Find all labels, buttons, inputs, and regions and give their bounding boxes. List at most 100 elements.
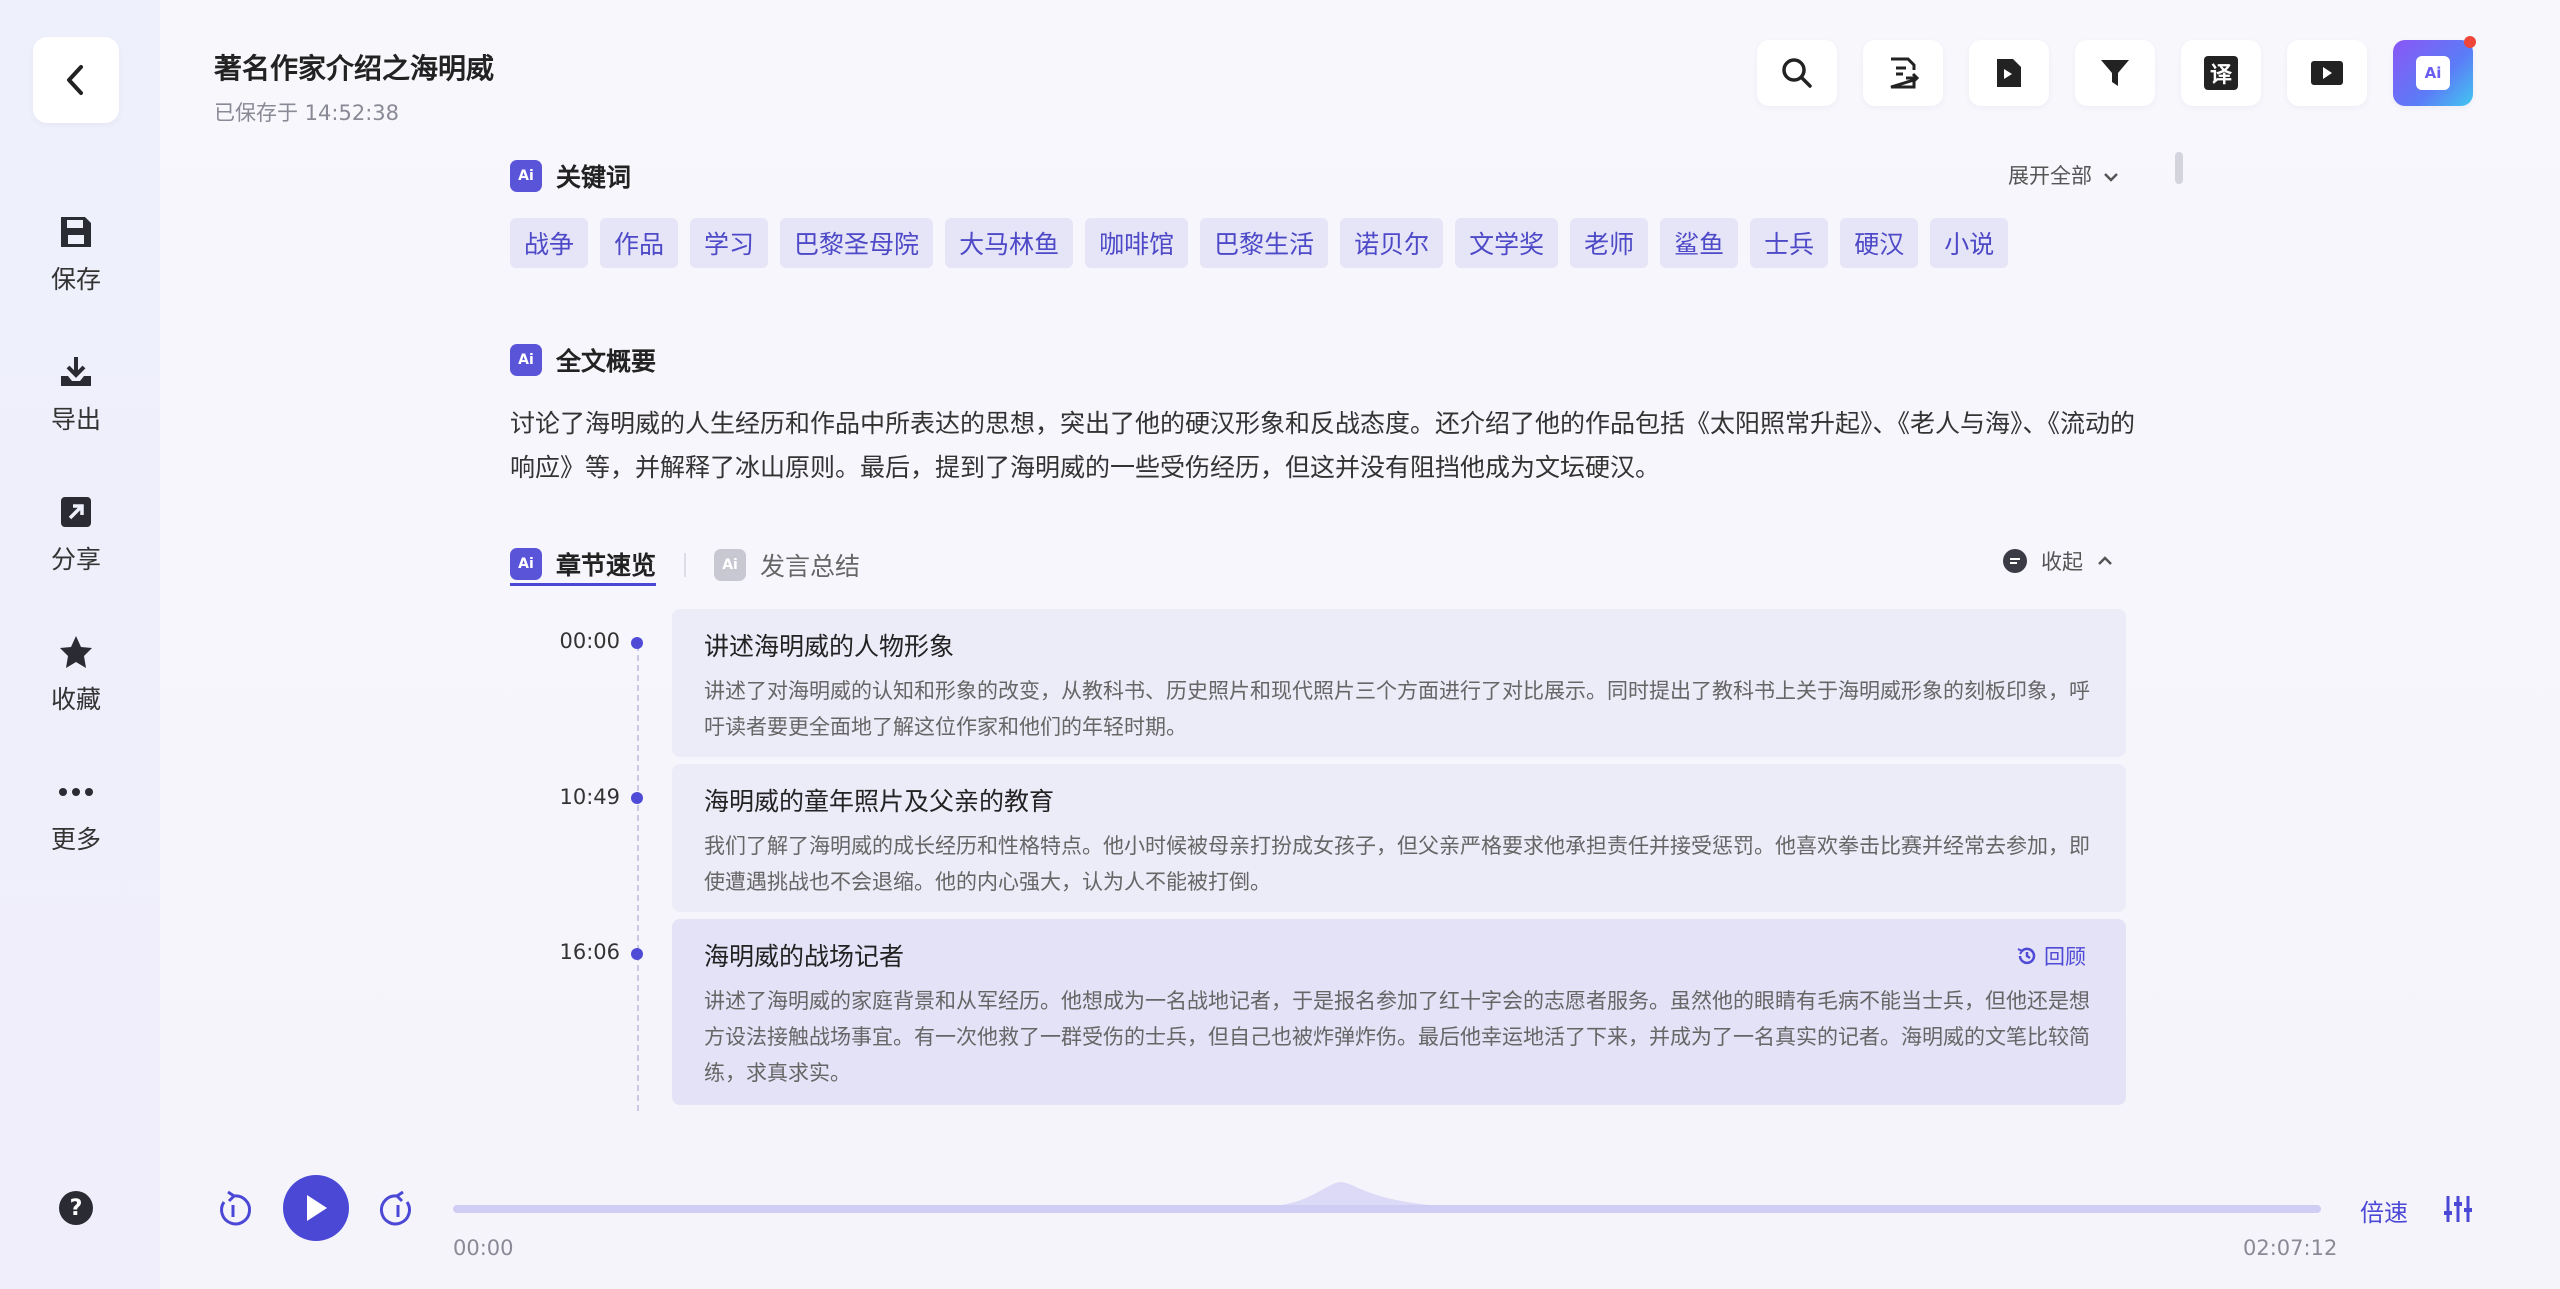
keyword-tag[interactable]: 大马林鱼 [945,218,1074,268]
ai-badge-icon: Ai [510,160,542,192]
keywords-title: 关键词 [556,163,632,192]
filter-icon [2101,60,2129,86]
keyword-tag[interactable]: 文学奖 [1455,218,1559,268]
waveform [1270,1182,1440,1206]
chapter-description: 讲述了海明威的家庭背景和从军经历。他想成为一名战地记者，于是报名参加了红十字会的… [704,989,2090,1085]
expand-all-label: 展开全部 [2008,164,2092,188]
keyword-tag[interactable]: 巴黎圣母院 [780,218,934,268]
ai-badge-icon: Ai [510,344,542,376]
chapter-time[interactable]: 16:06 [540,940,620,964]
translate-button[interactable]: 译 [2181,40,2261,106]
comment-icon[interactable] [2003,549,2027,573]
current-time: 00:00 [453,1236,514,1260]
sidebar-item-share[interactable]: 分享 [0,492,152,576]
speed-button[interactable]: 倍速 [2360,1193,2408,1228]
keyword-tag[interactable]: 巴黎生活 [1200,218,1329,268]
keyword-tag[interactable]: 小说 [1930,218,2009,268]
filter-button[interactable] [2075,40,2155,106]
chevron-left-icon [67,65,83,95]
sidebar-item-more[interactable]: 更多 [0,772,152,856]
collapse-button[interactable]: 收起 [2003,546,2113,576]
search-button[interactable] [1757,40,1837,106]
chapter-card[interactable]: 讲述海明威的人物形象 讲述了对海明威的认知和形象的改变，从教科书、历史照片和现代… [672,609,2126,757]
progress-track[interactable] [453,1205,2321,1213]
search-icon [1782,58,1812,88]
keyword-tag[interactable]: 诺贝尔 [1340,218,1444,268]
page-title: 著名作家介绍之海明威 [214,52,495,85]
keyword-tag[interactable]: 鲨鱼 [1660,218,1739,268]
summary-title: 全文概要 [556,347,657,376]
save-icon [61,217,91,247]
chapter-time[interactable]: 10:49 [540,785,620,809]
sidebar-item-label: 分享 [50,545,101,574]
tab-speaker-summary[interactable]: Ai 发言总结 [714,544,860,586]
chapter-card[interactable]: 海明威的战场记者 回顾 讲述了海明威的家庭背景和从军经历。他想成为一名战地记者，… [672,919,2126,1105]
history-icon [2017,947,2036,965]
forward-icon[interactable] [377,1190,417,1230]
sidebar-item-label: 导出 [50,405,101,434]
chapter-title: 海明威的童年照片及父亲的教育 [704,787,1055,816]
summary-text: 讨论了海明威的人生经历和作品中所表达的思想，突出了他的硬汉形象和反战态度。还介绍… [510,409,2136,482]
audio-player: 00:00 02:07:12 倍速 [160,1160,2560,1289]
collapse-label: 收起 [2041,550,2083,574]
timeline-dot [631,637,643,649]
review-label: 回顾 [2044,945,2086,969]
sidebar-item-label: 收藏 [50,685,101,714]
sidebar-item-favorite[interactable]: 收藏 [0,632,152,716]
chapter-time[interactable]: 00:00 [540,629,620,653]
scrollbar[interactable] [2175,152,2183,184]
ai-assistant-button[interactable]: Ai [2393,36,2476,106]
export-icon [61,357,91,386]
star-icon [60,636,92,668]
tab-chapter-overview[interactable]: Ai 章节速览 [510,544,657,586]
keyword-tag[interactable]: 老师 [1570,218,1649,268]
keywords-header: Ai 关键词 [510,158,631,194]
total-time: 02:07:12 [2243,1236,2338,1260]
back-button[interactable] [33,37,119,123]
chapter-description: 我们了解了海明威的成长经历和性格特点。他小时候被母亲打扮成女孩子，但父亲严格要求… [704,834,2090,894]
sidebar-item-label: 保存 [50,265,101,294]
more-icon [59,788,93,796]
keyword-tag[interactable]: 咖啡馆 [1085,218,1189,268]
translate-icon: 译 [2204,56,2238,90]
replace-button[interactable] [1863,40,1943,106]
keyword-tags: 战争 作品 学习 巴黎圣母院 大马林鱼 咖啡馆 巴黎生活 诺贝尔 文学奖 老师 … [510,218,2009,268]
sidebar-item-export[interactable]: 导出 [0,352,152,436]
chapter-description: 讲述了对海明威的认知和形象的改变，从教科书、历史照片和现代照片三个方面进行了对比… [704,679,2090,739]
chapter-card[interactable]: 海明威的童年照片及父亲的教育 我们了解了海明威的成长经历和性格特点。他小时候被母… [672,764,2126,912]
timeline-dot [631,948,643,960]
video-button[interactable] [2287,40,2367,106]
file-export-icon [1997,59,2021,87]
keyword-tag[interactable]: 战争 [510,218,589,268]
saved-status: 已保存于 14:52:38 [214,101,399,125]
keyword-tag[interactable]: 学习 [690,218,769,268]
rewind-icon[interactable] [214,1190,254,1230]
review-button[interactable]: 回顾 [2016,941,2086,971]
timeline-dot [631,792,643,804]
sidebar-item-label: 更多 [50,825,101,854]
toolbar: 译 Ai [1757,36,2476,106]
video-icon [2311,61,2343,85]
chevron-up-icon [2098,556,2112,565]
help-icon[interactable]: ? [59,1191,93,1225]
expand-all-button[interactable]: 展开全部 [2008,160,2119,190]
tab-divider [684,553,687,577]
chapter-tabs: Ai 章节速览 Ai 发言总结 [510,544,860,586]
main-area: 著名作家介绍之海明威 已保存于 14:52:38 译 Ai Ai 关键词 展开全… [160,0,2560,1289]
sidebar-item-save[interactable]: 保存 [0,212,152,296]
ai-puzzle-icon: Ai [2416,56,2450,90]
chevron-down-icon [2103,173,2118,182]
ai-badge-icon: Ai [714,549,747,581]
tab-label: 章节速览 [556,550,657,580]
keyword-tag[interactable]: 硬汉 [1840,218,1919,268]
play-icon [307,1195,327,1221]
play-button[interactable] [283,1175,349,1241]
export-file-button[interactable] [1969,40,2049,106]
keyword-tag[interactable]: 士兵 [1750,218,1829,268]
share-icon [61,497,91,527]
equalizer-icon[interactable] [2443,1194,2473,1224]
left-sidebar: 保存 导出 分享 收藏 更多 ? [0,0,160,1289]
keyword-tag[interactable]: 作品 [600,218,679,268]
notification-dot [2464,36,2476,48]
ai-badge-icon: Ai [510,547,542,580]
